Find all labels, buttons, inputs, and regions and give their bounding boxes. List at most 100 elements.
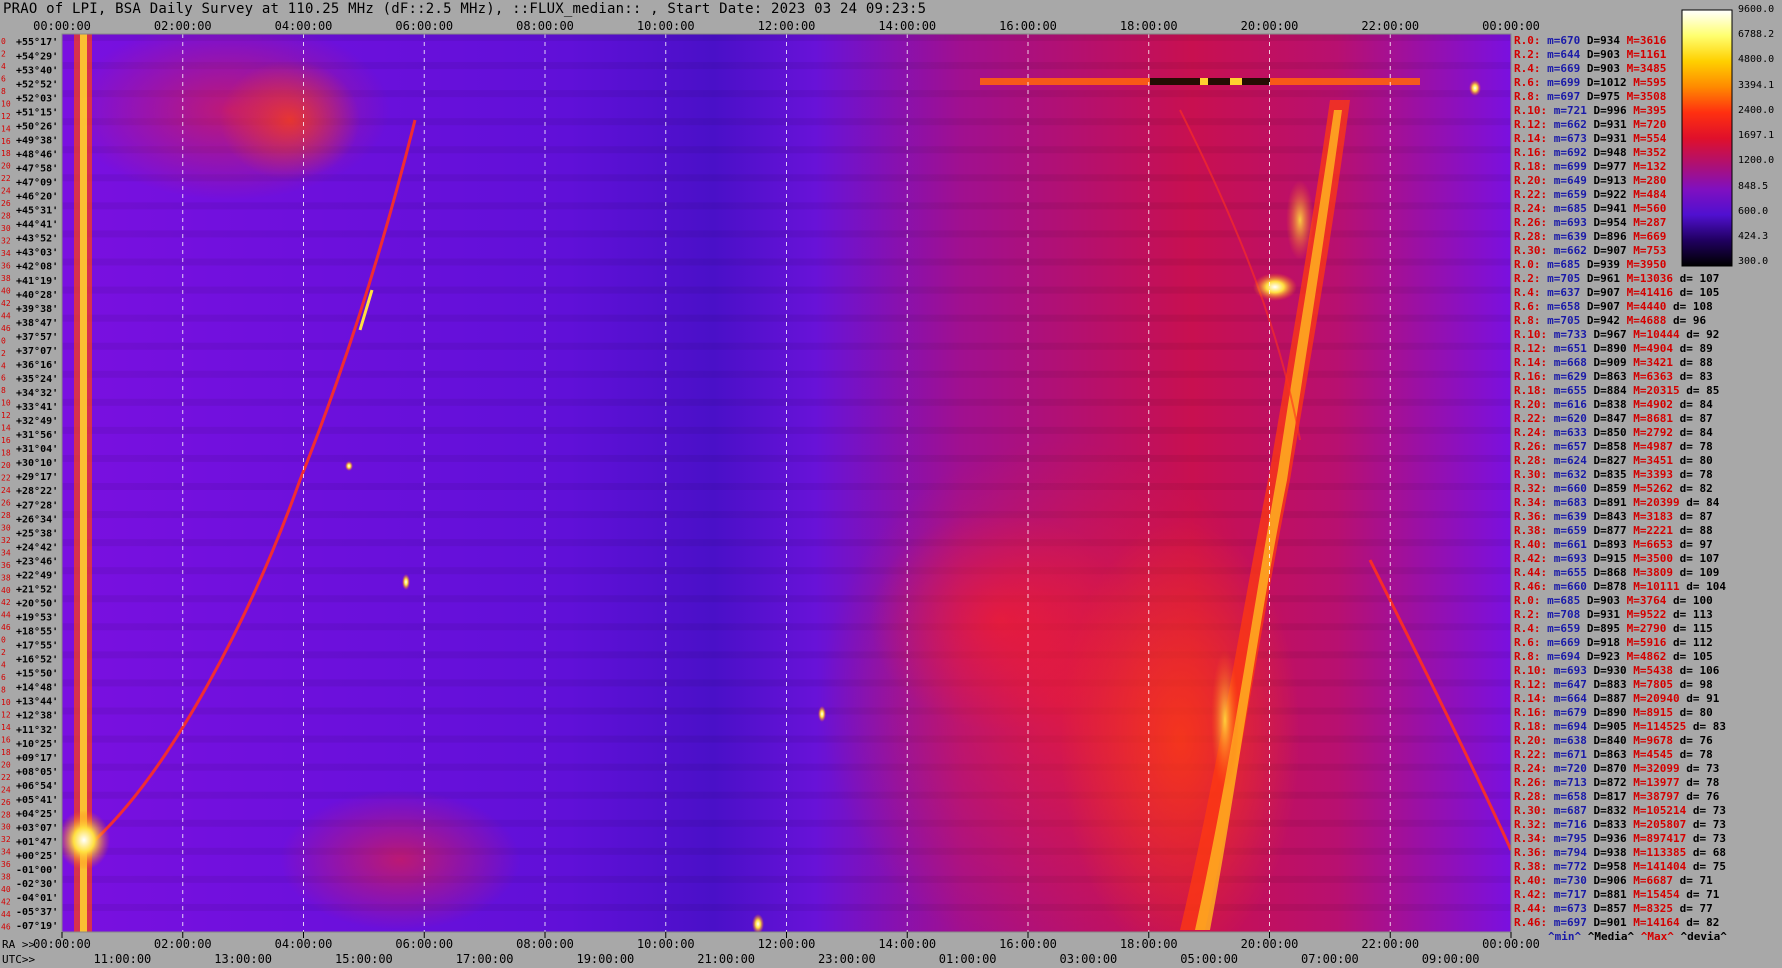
beam-number: 40: [1, 286, 11, 295]
beam-number: 14: [1, 424, 11, 433]
declination-label: +46°20': [16, 192, 58, 203]
stat-label: R.38:: [1514, 524, 1554, 537]
stat-dev: d= 71: [1686, 888, 1720, 901]
stat-dev: d= 76: [1679, 734, 1713, 747]
beam-number: 36: [1, 860, 11, 869]
stat-max: M=5916: [1626, 636, 1673, 649]
stat-max: M=13036: [1626, 272, 1680, 285]
stat-min: m=638: [1553, 734, 1594, 747]
stat-label: R.22:: [1514, 188, 1554, 201]
stat-dev: d= 107: [1679, 552, 1720, 565]
stat-min: m=772: [1553, 860, 1594, 873]
emission-region: [220, 60, 360, 180]
colorbar-tick-label: 848.5: [1738, 180, 1769, 192]
beam-stat-row: R.42: m=693 D=915 M=3500 d= 107: [1514, 552, 1719, 566]
stat-med: D=967: [1593, 328, 1634, 341]
emission-region: [1211, 650, 1239, 790]
declination-label: +27°28': [16, 500, 58, 511]
stat-min: m=679: [1553, 706, 1594, 719]
stat-max: M=205807: [1633, 818, 1693, 831]
stat-min: m=685: [1553, 202, 1594, 215]
beam-number: 44: [1, 910, 11, 919]
stat-med: D=1012: [1586, 76, 1634, 89]
stat-med: D=893: [1593, 538, 1634, 551]
legend-median: ^Media^: [1587, 930, 1635, 943]
beam-number: 36: [1, 261, 11, 270]
stat-med: D=906: [1593, 874, 1634, 887]
stat-max: M=595: [1633, 76, 1667, 89]
stat-max: M=8325: [1633, 902, 1680, 915]
beam-number: 24: [1, 785, 11, 794]
stat-min: m=699: [1553, 160, 1594, 173]
beam-number: 22: [1, 174, 11, 183]
stat-min: m=794: [1553, 846, 1594, 859]
bottom-ra-axis-ticks: 00:00:00 02:00:00 04:00:00 06:00:00 08:00:00…: [33, 932, 1540, 951]
declination-label: +52°52': [16, 79, 58, 90]
stat-dev: d= 77: [1679, 902, 1713, 915]
stat-label: R.24:: [1514, 762, 1554, 775]
stat-dev: d= 78: [1679, 748, 1713, 761]
stat-min: m=624: [1553, 454, 1594, 467]
top-tick-label: 04:00:00: [275, 19, 333, 33]
declination-label: +37°07': [16, 346, 58, 357]
colorbar-tick-label: 6788.2: [1738, 29, 1775, 41]
declination-label: +24°42': [16, 542, 58, 553]
beam-number: 16: [1, 137, 11, 146]
stat-med: D=827: [1593, 454, 1634, 467]
stat-min: m=670: [1547, 34, 1587, 47]
stat-med: D=833: [1593, 818, 1634, 831]
stat-dev: d= 75: [1692, 860, 1726, 873]
stat-med: D=887: [1593, 692, 1634, 705]
stat-med: D=883: [1593, 678, 1634, 691]
stat-dev: d= 68: [1692, 846, 1726, 859]
stat-dev: d= 106: [1679, 664, 1720, 677]
stat-label: R.26:: [1514, 776, 1554, 789]
beam-number: 28: [1, 511, 11, 520]
stat-label: R.2:: [1514, 48, 1548, 61]
beam-number-labels: 0246810121416182022242628303234363840424…: [1, 37, 11, 932]
stat-max: M=4440: [1626, 300, 1673, 313]
stat-min: m=697: [1547, 90, 1587, 103]
beam-stat-row: R.18: m=694 D=905 M=114525 d= 83: [1514, 720, 1726, 734]
beam-number: 30: [1, 523, 11, 532]
stat-label: R.12:: [1514, 678, 1554, 691]
top-tick-label: 14:00:00: [878, 19, 936, 33]
stat-label: R.10:: [1514, 104, 1554, 117]
stat-label: R.14:: [1514, 356, 1554, 369]
beam-stat-row: R.4: m=669 D=903 M=3485: [1514, 62, 1666, 76]
stat-min: m=659: [1553, 524, 1594, 537]
stat-dev: d= 71: [1679, 874, 1713, 887]
stat-min: m=655: [1553, 566, 1594, 579]
stat-label: R.24:: [1514, 426, 1554, 439]
plot-area: [62, 34, 1511, 932]
stat-dev: d= 78: [1686, 776, 1720, 789]
beam-stat-row: R.0: m=685 D=903 M=3764 d= 100: [1514, 594, 1713, 608]
ra-tick-label: 10:00:00: [637, 937, 695, 951]
stat-max: M=15454: [1633, 888, 1687, 901]
stat-med: D=895: [1586, 622, 1627, 635]
stat-label: R.12:: [1514, 118, 1554, 131]
beam-number: 2: [1, 49, 6, 58]
stat-med: D=884: [1593, 384, 1634, 397]
declination-label: +00°25': [16, 851, 58, 862]
beam-number: 18: [1, 449, 11, 458]
stat-max: M=3421: [1633, 356, 1680, 369]
stat-max: M=6653: [1633, 538, 1680, 551]
beam-stat-row: R.26: m=693 D=954 M=287: [1514, 216, 1666, 230]
declination-label: +19°53': [16, 613, 58, 624]
stat-max: M=395: [1633, 104, 1667, 117]
stat-label: R.0:: [1514, 258, 1548, 271]
declination-label: +53°40': [16, 65, 58, 76]
declination-label: +49°38': [16, 135, 58, 146]
stat-max: M=4902: [1633, 398, 1680, 411]
beam-number: 36: [1, 561, 11, 570]
stat-med: D=938: [1593, 846, 1634, 859]
declination-label: -04°01': [16, 893, 58, 904]
stat-med: D=909: [1593, 356, 1634, 369]
stat-min: m=693: [1553, 216, 1594, 229]
stat-max: M=113385: [1633, 846, 1693, 859]
beam-number: 24: [1, 187, 11, 196]
colorbar-tick-label: 1200.0: [1738, 155, 1775, 167]
stat-min: m=671: [1553, 748, 1594, 761]
stat-min: m=708: [1547, 608, 1587, 621]
